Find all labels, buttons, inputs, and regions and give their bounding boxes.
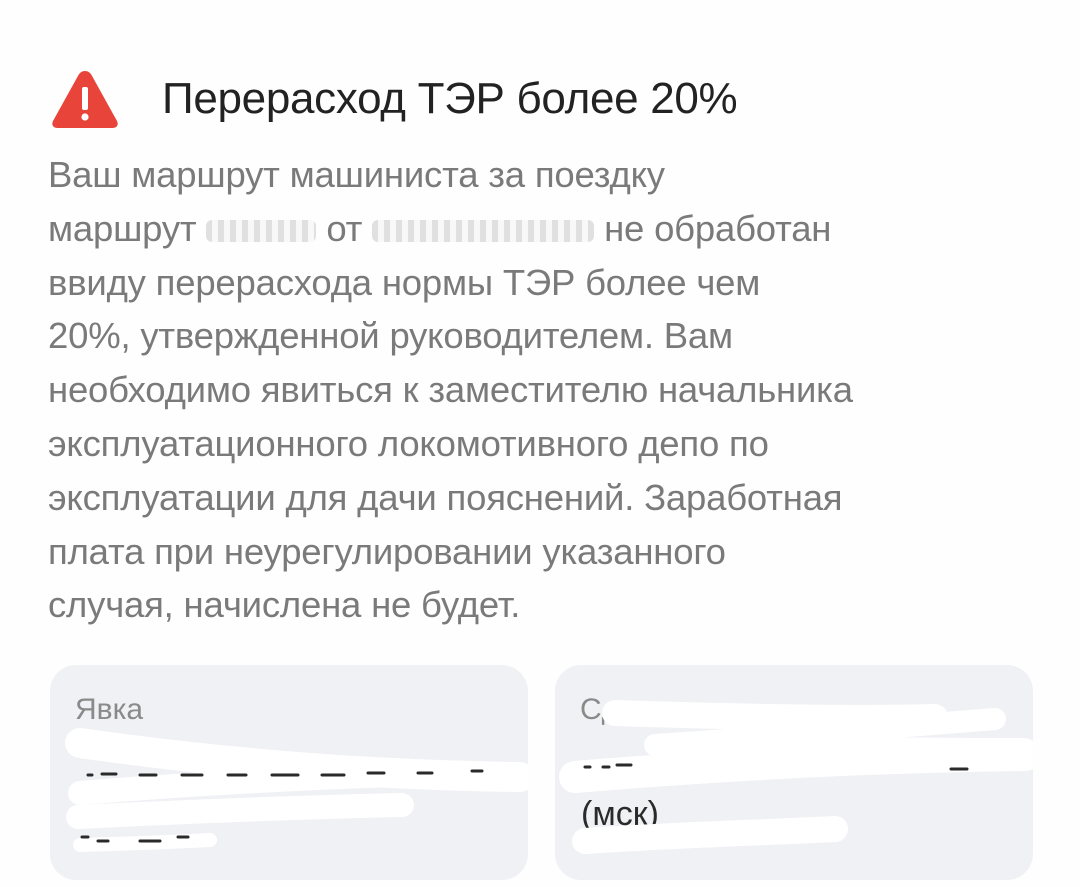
message-line: 20%, утвержденной руководителем. Вам [48,315,733,357]
message-line: Ваш маршрут машиниста за поездку [48,154,665,195]
handover-card: Сдача (мск) [555,665,1033,880]
redacted-date [372,220,595,243]
arrival-card: Явка [50,665,528,880]
warning-triangle-icon [52,71,118,128]
message-text: не обработан [604,207,832,249]
handover-value-suffix: (мск) [581,795,659,833]
handover-label: Сдача [580,693,668,726]
message-line: случая, начислена не будет. [48,584,521,626]
message-line: эксплуатации для дачи пояснений. Заработ… [48,476,843,518]
alert-message: Ваш маршрут машиниста за поездку маршрут… [48,148,1048,632]
message-line: эксплуатационного локомотивного депо по [48,422,769,464]
notification-screen: Перерасход ТЭР более 20% Ваш маршрут маш… [0,0,1080,887]
message-line: необходимо явиться к заместителю начальн… [48,369,853,411]
message-line: плата при неурегулировании указанного [48,530,726,572]
arrival-label: Явка [75,693,144,726]
message-line: ввиду перерасхода нормы ТЭР более чем [48,261,761,303]
message-text: маршрут [48,207,197,249]
message-line: маршрут от не обработан [48,202,1048,256]
message-text: от [326,207,363,249]
alert-title: Перерасход ТЭР более 20% [162,74,738,123]
alert-header: Перерасход ТЭР более 20% [50,68,738,130]
redacted-route-number [206,220,317,243]
